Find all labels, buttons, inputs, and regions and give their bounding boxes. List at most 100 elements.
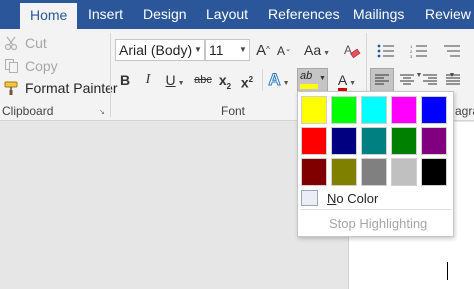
shrink-font-icon: ⌄ xyxy=(285,46,291,53)
color-swatch[interactable] xyxy=(421,96,447,124)
highlight-label: ab xyxy=(300,70,313,82)
cut-button[interactable]: Cut xyxy=(4,33,47,53)
paintbrush-icon xyxy=(4,80,20,96)
chevron-down-icon: ▼ xyxy=(347,80,357,87)
numbering-icon: 123 xyxy=(410,42,428,59)
text-effects-label: A xyxy=(268,70,281,90)
tab-references[interactable]: References xyxy=(268,0,340,29)
chevron-down-icon: ▼ xyxy=(321,50,330,57)
cut-label: Cut xyxy=(25,35,47,51)
bullets-icon xyxy=(377,42,395,58)
tab-review[interactable]: Review xyxy=(425,0,471,29)
align-left-icon xyxy=(375,74,389,85)
paragraph-group-label: agra xyxy=(455,104,474,118)
change-case-button[interactable]: Aa ▼ xyxy=(302,39,332,61)
group-separator xyxy=(110,33,111,117)
tab-insert[interactable]: Insert xyxy=(88,0,123,29)
text-effects-button[interactable]: A ▼ xyxy=(266,69,292,91)
justify-icon xyxy=(446,74,460,85)
color-swatch[interactable] xyxy=(421,127,447,155)
grow-font-label: A xyxy=(256,42,267,59)
copy-button[interactable]: Copy xyxy=(4,56,58,76)
no-color-swatch xyxy=(301,190,318,206)
underline-button[interactable]: U ▼ xyxy=(161,69,189,91)
font-group-label: Font xyxy=(221,104,246,118)
chevron-down-icon[interactable]: ▼ xyxy=(319,75,326,82)
font-name-box[interactable]: Arial (Body) ▼ xyxy=(115,39,205,61)
clear-formatting-button[interactable]: A xyxy=(342,39,362,61)
shrink-font-label: A xyxy=(277,44,286,58)
bold-button[interactable]: B xyxy=(116,69,134,91)
highlight-color-menu: No Color Stop Highlighting xyxy=(297,91,454,237)
superscript-label: x xyxy=(240,74,249,91)
grow-font-icon: ^ xyxy=(266,45,270,54)
format-painter-button[interactable]: Format Painter xyxy=(4,78,118,98)
align-right-button[interactable] xyxy=(419,69,441,91)
strikethrough-button[interactable]: abc xyxy=(192,69,214,91)
color-swatch[interactable] xyxy=(361,96,387,124)
align-left-button[interactable] xyxy=(370,68,394,92)
no-color-option[interactable]: No Color xyxy=(301,189,451,207)
chevron-down-icon: ▼ xyxy=(280,80,290,87)
numbering-button[interactable]: 123 ▼ xyxy=(405,39,433,79)
font-color-label: A xyxy=(337,73,348,92)
font-color-button[interactable]: A ▼ xyxy=(333,69,361,92)
copy-icon xyxy=(4,58,20,74)
tab-mailings[interactable]: Mailings xyxy=(353,0,404,29)
chevron-down-icon[interactable]: ▼ xyxy=(237,40,249,60)
italic-button[interactable]: I xyxy=(139,69,157,91)
underline-label: U xyxy=(165,72,176,88)
multilevel-list-button[interactable]: ▼ xyxy=(438,39,466,79)
chevron-down-icon[interactable]: ▼ xyxy=(192,40,204,60)
font-name-value: Arial (Body) xyxy=(119,42,193,58)
tab-design[interactable]: Design xyxy=(143,0,187,29)
align-right-icon xyxy=(423,74,437,85)
color-swatch[interactable] xyxy=(301,127,327,155)
color-swatch[interactable] xyxy=(301,96,327,124)
copy-label: Copy xyxy=(25,58,58,74)
svg-text:3: 3 xyxy=(410,54,413,58)
superscript-button[interactable]: x2 xyxy=(238,69,256,91)
subscript-button[interactable]: x2 xyxy=(216,69,234,91)
stop-highlighting-option[interactable]: Stop Highlighting xyxy=(329,216,427,231)
color-swatch[interactable] xyxy=(331,96,357,124)
tab-layout[interactable]: Layout xyxy=(206,0,248,29)
superscript-index: 2 xyxy=(248,75,254,84)
ribbon-tab-bar: Home Insert Design Layout References Mai… xyxy=(0,0,474,29)
align-center-button[interactable] xyxy=(396,69,418,91)
chevron-down-icon: ▼ xyxy=(175,80,185,87)
color-swatch[interactable] xyxy=(391,96,417,124)
menu-separator xyxy=(301,209,451,210)
bullets-button[interactable]: ▼ xyxy=(372,39,400,79)
shrink-font-button[interactable]: A⌄ xyxy=(275,39,293,61)
eraser-icon: A xyxy=(343,42,361,59)
highlight-color-bar xyxy=(300,84,318,89)
color-swatch[interactable] xyxy=(301,158,327,186)
color-swatch[interactable] xyxy=(331,158,357,186)
text-cursor xyxy=(447,262,448,280)
color-swatch[interactable] xyxy=(391,127,417,155)
dialog-launcher-icon[interactable]: ↘ xyxy=(99,108,107,116)
color-swatch[interactable] xyxy=(421,158,447,186)
align-center-icon xyxy=(400,74,414,85)
scissors-icon xyxy=(4,35,20,51)
svg-text:A: A xyxy=(344,43,352,57)
subscript-label: x xyxy=(218,72,227,88)
format-painter-label: Format Painter xyxy=(25,80,118,96)
multilevel-list-icon xyxy=(443,42,461,58)
no-color-label: No Color xyxy=(327,190,379,206)
highlight-button[interactable]: ab ▼ xyxy=(297,68,328,92)
clipboard-group-label: Clipboard xyxy=(2,104,54,118)
grow-font-button[interactable]: A^ xyxy=(254,39,272,61)
color-swatch[interactable] xyxy=(361,158,387,186)
color-swatch[interactable] xyxy=(361,127,387,155)
color-swatch[interactable] xyxy=(391,158,417,186)
font-size-box[interactable]: 11 ▼ xyxy=(205,39,250,61)
justify-button[interactable] xyxy=(442,69,464,91)
color-swatch[interactable] xyxy=(331,127,357,155)
tab-home[interactable]: Home xyxy=(20,3,78,29)
change-case-label: Aa xyxy=(304,42,322,58)
group-separator xyxy=(262,69,263,91)
font-size-value: 11 xyxy=(209,42,224,58)
subscript-index: 2 xyxy=(226,81,232,91)
